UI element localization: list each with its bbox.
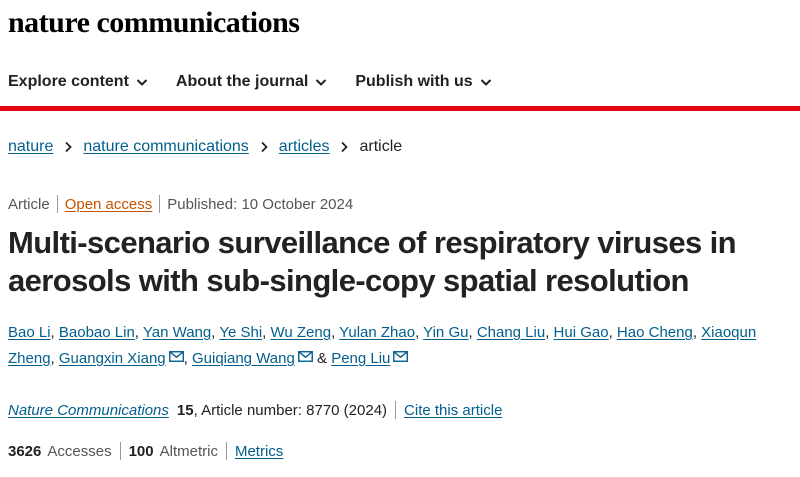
divider <box>119 442 121 460</box>
nav-publish-with-us[interactable]: Publish with us <box>355 73 491 91</box>
author-separator: , <box>608 324 613 341</box>
author-link[interactable]: Yan Wang <box>143 324 211 341</box>
divider <box>395 401 397 419</box>
nav-explore-content-label: Explore content <box>8 73 129 90</box>
main-nav: Explore content About the journal Publis… <box>8 68 492 96</box>
accesses-count: 3626 <box>8 442 42 460</box>
nav-explore-content[interactable]: Explore content <box>8 73 148 91</box>
journal-logo[interactable]: nature communications <box>8 4 300 42</box>
author-link[interactable]: Bao Li <box>8 324 51 341</box>
article-title: Multi-scenario surveillance of respirato… <box>8 225 737 298</box>
author-separator: , <box>545 324 550 341</box>
divider <box>225 442 227 460</box>
author-separator: , <box>331 324 336 341</box>
author-link[interactable]: Hao Cheng <box>617 324 693 341</box>
chevron-down-icon <box>480 79 491 86</box>
divider <box>56 195 58 213</box>
email-icon[interactable] <box>297 351 313 362</box>
citation-line: Nature Communications 15 , Article numbe… <box>8 400 502 420</box>
email-icon[interactable] <box>393 351 409 362</box>
nav-about-journal-label: About the journal <box>175 73 309 90</box>
chevron-down-icon <box>136 79 148 86</box>
author-link[interactable]: Hui Gao <box>554 324 609 341</box>
chevron-down-icon <box>316 79 327 86</box>
nav-about-journal[interactable]: About the journal <box>176 73 327 91</box>
header-accent-bar <box>0 106 800 111</box>
breadcrumb-nature-communications[interactable]: nature communications <box>83 138 248 156</box>
article-number: , Article number: 8770 (2024) <box>193 401 388 419</box>
author-link[interactable]: Peng Liu <box>331 350 390 367</box>
article-type: Article <box>8 195 50 213</box>
author-separator: , <box>468 324 473 341</box>
chevron-right-icon <box>65 141 73 153</box>
author-link[interactable]: Chang Liu <box>477 324 545 341</box>
author-list: Bao Li, Baobao Lin, Yan Wang, Ye Shi, Wu… <box>8 320 793 372</box>
article-metrics: 3626 Accesses 100 Altmetric Metrics <box>8 441 283 461</box>
nav-publish-with-us-label: Publish with us <box>355 73 473 90</box>
breadcrumb-nature[interactable]: nature <box>8 138 53 156</box>
author-link[interactable]: Wu Zeng <box>271 324 332 341</box>
author-separator: , <box>692 324 697 341</box>
cite-this-article-link[interactable]: Cite this article <box>404 402 502 419</box>
author-separator: , <box>50 324 55 341</box>
chevron-right-icon <box>261 141 268 153</box>
author-separator: , <box>183 350 188 367</box>
volume: 15 <box>176 401 194 419</box>
author-separator: , <box>415 324 420 341</box>
open-access-link[interactable]: Open access <box>65 196 153 213</box>
altmetric-score: 100 <box>128 442 154 460</box>
journal-link[interactable]: Nature Communications <box>8 402 169 419</box>
author-separator: , <box>134 324 139 341</box>
accesses-label: Accesses <box>47 442 112 460</box>
chevron-right-icon <box>341 141 349 153</box>
author-link[interactable]: Yulan Zhao <box>339 324 415 341</box>
author-link[interactable]: Baobao Lin <box>59 324 135 341</box>
author-link[interactable]: Ye Shi <box>219 324 262 341</box>
author-link[interactable]: Guangxin Xiang <box>59 350 166 367</box>
metrics-link[interactable]: Metrics <box>235 443 283 460</box>
published-date: Published: 10 October 2024 <box>167 195 354 213</box>
divider <box>159 195 161 213</box>
breadcrumb-articles[interactable]: articles <box>279 138 330 156</box>
author-separator: & <box>317 350 328 367</box>
article-meta: Article Open access Published: 10 Octobe… <box>8 194 353 214</box>
breadcrumb: nature nature communications articles ar… <box>8 136 402 158</box>
author-separator: , <box>50 350 55 367</box>
breadcrumb-current: article <box>359 138 403 155</box>
altmetric-label: Altmetric <box>159 442 218 460</box>
email-icon[interactable] <box>168 351 184 362</box>
author-separator: , <box>262 324 267 341</box>
author-separator: , <box>211 324 216 341</box>
author-link[interactable]: Guiqiang Wang <box>192 350 295 367</box>
author-link[interactable]: Yin Gu <box>423 324 468 341</box>
